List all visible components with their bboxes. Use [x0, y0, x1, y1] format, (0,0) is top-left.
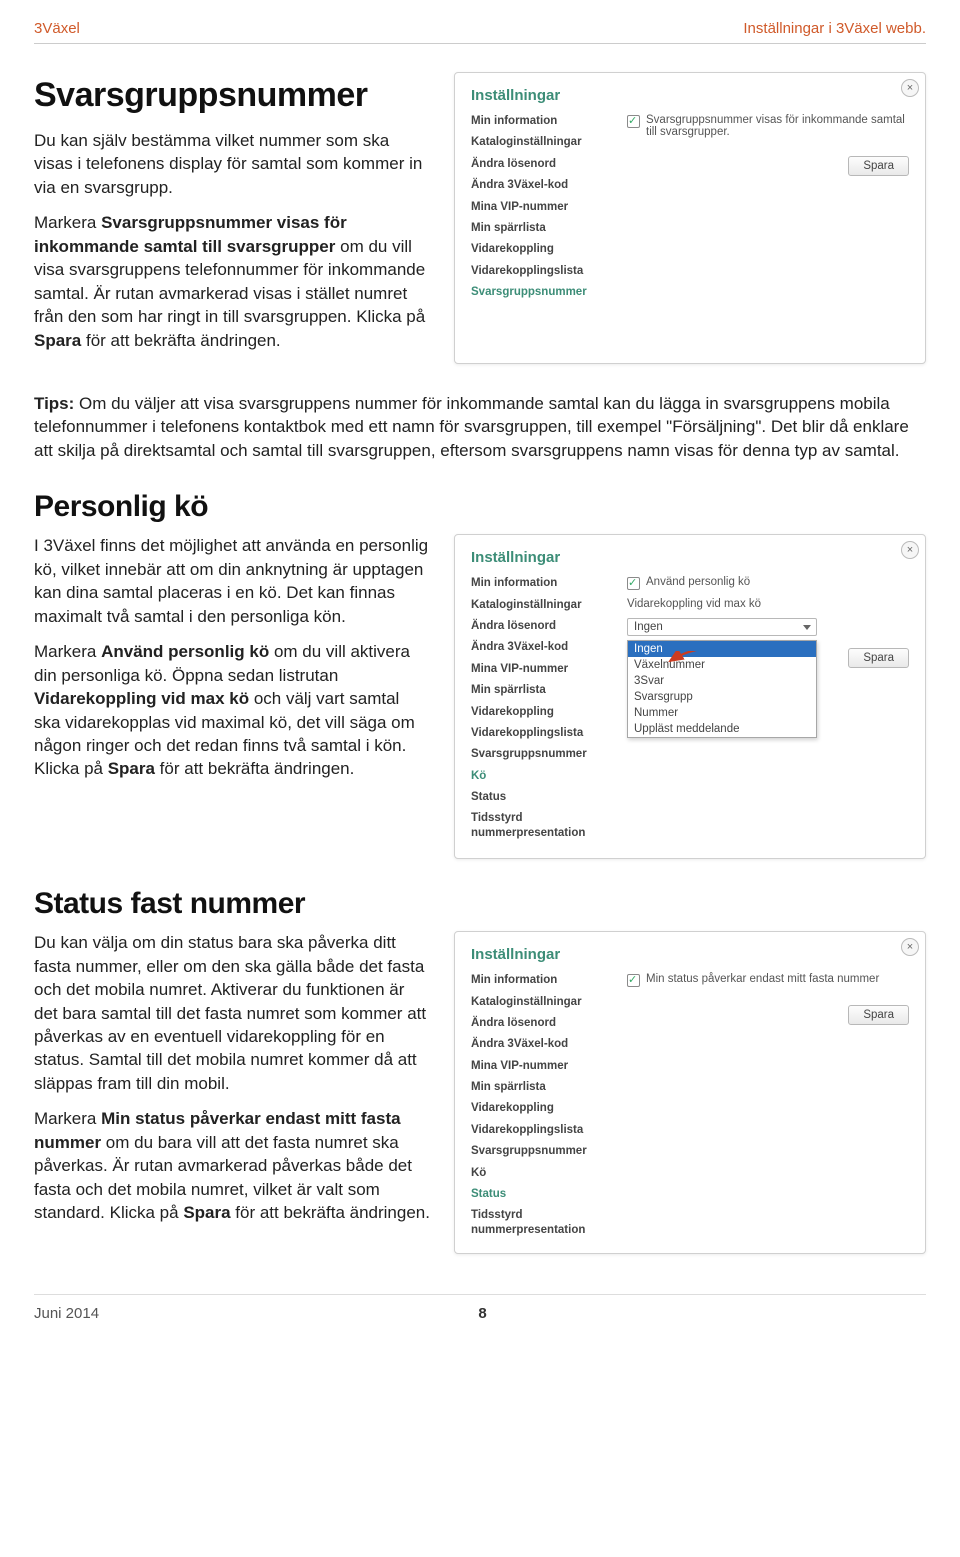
s1-p1: Du kan själv bestämma vilket nummer som …: [34, 129, 430, 199]
checkbox-label: Svarsgruppsnummer visas för inkommande s…: [646, 114, 909, 138]
section-title-ko: Personlig kö: [34, 490, 926, 524]
menu-item[interactable]: Mina VIP-nummer: [471, 200, 609, 214]
header-right: Inställningar i 3Växel webb.: [743, 20, 926, 37]
checkbox-label: Min status påverkar endast mitt fasta nu…: [646, 973, 879, 985]
settings-menu: Min information Kataloginställningar Änd…: [471, 114, 609, 299]
menu-item[interactable]: Status: [471, 790, 609, 804]
menu-item[interactable]: Min spärrlista: [471, 683, 609, 697]
dropdown-option[interactable]: Ingen: [628, 641, 816, 657]
save-button[interactable]: Spara: [848, 648, 909, 668]
page-header: 3Växel Inställningar i 3Växel webb.: [34, 20, 926, 44]
save-button[interactable]: Spara: [848, 156, 909, 176]
close-icon[interactable]: ×: [901, 938, 919, 956]
settings-menu: Min information Kataloginställningar Änd…: [471, 973, 609, 1237]
dropdown-vidarekoppling: Ingen Växelnummer 3Svar Svarsgrupp Numme…: [627, 640, 817, 738]
footer-page-number: 8: [478, 1305, 486, 1322]
menu-item[interactable]: Ändra lösenord: [471, 157, 609, 171]
s3-p1: Du kan välja om din status bara ska påve…: [34, 931, 430, 1095]
checkbox-label: Använd personlig kö: [646, 576, 750, 588]
dialog-title: Inställningar: [471, 549, 909, 566]
checkbox-svarsgruppsnummer[interactable]: [627, 115, 640, 128]
section-title-status: Status fast nummer: [34, 887, 926, 921]
menu-item[interactable]: Vidarekoppling: [471, 242, 609, 256]
settings-menu: Min information Kataloginställningar Änd…: [471, 576, 609, 840]
s3-p2: Markera Min status påverkar endast mitt …: [34, 1107, 430, 1224]
menu-item[interactable]: Kataloginställningar: [471, 598, 609, 612]
menu-item[interactable]: Vidarekopplingslista: [471, 1123, 609, 1137]
section-title-svarsgrupp: Svarsgruppsnummer: [34, 72, 430, 119]
menu-item[interactable]: Vidarekoppling: [471, 1101, 609, 1115]
close-icon[interactable]: ×: [901, 79, 919, 97]
menu-item[interactable]: Min spärrlista: [471, 221, 609, 235]
screenshot-status: × Inställningar Min information Katalogi…: [454, 931, 926, 1254]
screenshot-ko: × Inställningar Min information Katalogi…: [454, 534, 926, 859]
s2-p1: I 3Växel finns det möjlighet att använda…: [34, 534, 430, 628]
menu-item[interactable]: Ändra 3Växel-kod: [471, 178, 609, 192]
menu-item[interactable]: Ändra 3Växel-kod: [471, 640, 609, 654]
menu-item-active[interactable]: Status: [471, 1187, 609, 1201]
menu-item-active[interactable]: Kö: [471, 769, 609, 783]
checkbox-personlig-ko[interactable]: [627, 577, 640, 590]
menu-item[interactable]: Kö: [471, 1166, 609, 1180]
dialog-title: Inställningar: [471, 87, 909, 104]
page-footer: Juni 2014 8: [34, 1294, 926, 1322]
s1-p2: Markera Svarsgruppsnummer visas för inko…: [34, 211, 430, 352]
screenshot-svarsgruppsnummer: × Inställningar Min information Katalogi…: [454, 72, 926, 364]
menu-item[interactable]: Min spärrlista: [471, 1080, 609, 1094]
menu-item[interactable]: Min information: [471, 576, 609, 590]
menu-item[interactable]: Kataloginställningar: [471, 135, 609, 149]
footer-date: Juni 2014: [34, 1305, 99, 1322]
menu-item[interactable]: Mina VIP-nummer: [471, 1059, 609, 1073]
menu-item[interactable]: Tidsstyrd nummerpresentation: [471, 1208, 609, 1237]
menu-item[interactable]: Svarsgruppsnummer: [471, 747, 609, 761]
dropdown-option[interactable]: 3Svar: [628, 673, 816, 689]
dropdown-option[interactable]: Växelnummer: [628, 657, 816, 673]
menu-item[interactable]: Vidarekopplingslista: [471, 264, 609, 278]
menu-item-active[interactable]: Svarsgruppsnummer: [471, 285, 609, 299]
select-vidarekoppling[interactable]: Ingen: [627, 618, 817, 636]
dropdown-option[interactable]: Nummer: [628, 705, 816, 721]
menu-item[interactable]: Vidarekopplingslista: [471, 726, 609, 740]
header-left: 3Växel: [34, 20, 80, 37]
s1-tips: Tips: Om du väljer att visa svarsgruppen…: [34, 392, 926, 462]
menu-item[interactable]: Ändra lösenord: [471, 1016, 609, 1030]
field-label-vidarekoppling: Vidarekoppling vid max kö: [627, 598, 909, 610]
close-icon[interactable]: ×: [901, 541, 919, 559]
menu-item[interactable]: Vidarekoppling: [471, 705, 609, 719]
menu-item[interactable]: Min information: [471, 114, 609, 128]
dropdown-option[interactable]: Svarsgrupp: [628, 689, 816, 705]
s2-p2: Markera Använd personlig kö om du vill a…: [34, 640, 430, 781]
menu-item[interactable]: Tidsstyrd nummerpresentation: [471, 811, 609, 840]
menu-item[interactable]: Mina VIP-nummer: [471, 662, 609, 676]
dialog-title: Inställningar: [471, 946, 909, 963]
menu-item[interactable]: Kataloginställningar: [471, 995, 609, 1009]
dropdown-option[interactable]: Uppläst meddelande: [628, 721, 816, 737]
save-button[interactable]: Spara: [848, 1005, 909, 1025]
menu-item[interactable]: Min information: [471, 973, 609, 987]
menu-item[interactable]: Svarsgruppsnummer: [471, 1144, 609, 1158]
checkbox-status-fast[interactable]: [627, 974, 640, 987]
menu-item[interactable]: Ändra 3Växel-kod: [471, 1037, 609, 1051]
menu-item[interactable]: Ändra lösenord: [471, 619, 609, 633]
